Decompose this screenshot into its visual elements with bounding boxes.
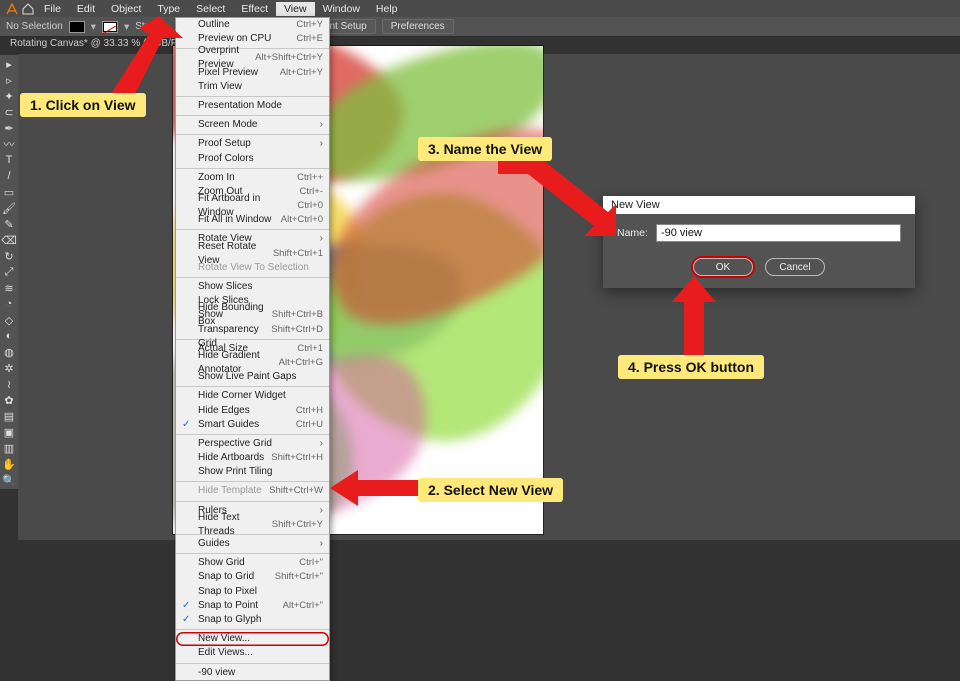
menu-item-reset-rotate-view[interactable]: Reset Rotate ViewShift+Ctrl+1: [176, 247, 329, 261]
menu-item-hide-artboards[interactable]: Hide ArtboardsShift+Ctrl+H: [176, 451, 329, 465]
tool-warp-icon[interactable]: ◔: [2, 297, 16, 311]
tool-pencil-icon[interactable]: ✎: [2, 217, 16, 231]
arrow-4-icon: [670, 276, 718, 358]
menu-item-pixel-preview[interactable]: Pixel PreviewAlt+Ctrl+Y: [176, 66, 329, 80]
tool-pen-icon[interactable]: ✒: [2, 121, 16, 135]
menu-item-hide-corner-widget[interactable]: Hide Corner Widget: [176, 389, 329, 403]
home-icon[interactable]: [20, 1, 36, 17]
menu-item-snap-to-grid[interactable]: Snap to GridShift+Ctrl+": [176, 570, 329, 584]
menu-item-hide-text-threads[interactable]: Hide Text ThreadsShift+Ctrl+Y: [176, 518, 329, 532]
arrow-2-icon: [330, 466, 420, 510]
tool-lasso-icon[interactable]: ⊂: [2, 105, 16, 119]
tool-gradient-icon[interactable]: ◐: [2, 329, 16, 343]
tool-width-icon[interactable]: ≋: [2, 281, 16, 295]
arrow-3-icon: [498, 156, 618, 236]
menu-effect[interactable]: Effect: [233, 2, 276, 16]
menu-item-hide-edges[interactable]: Hide EdgesCtrl+H: [176, 404, 329, 418]
tool-zoom-icon[interactable]: 🔍: [2, 473, 16, 487]
annotation-step-1: 1. Click on View: [20, 93, 146, 117]
menu-item-edit-views[interactable]: Edit Views...: [176, 646, 329, 660]
tool-curve-icon[interactable]: 〰: [2, 137, 16, 151]
app-logo-icon: [4, 1, 20, 17]
menu-item-rotate-view-to-selection: Rotate View To Selection: [176, 261, 329, 275]
tool-hand-icon[interactable]: ✋: [2, 457, 16, 471]
tool-scale-icon[interactable]: ⤢: [2, 265, 16, 279]
tool-slice-icon[interactable]: ▥: [2, 441, 16, 455]
fill-swatch[interactable]: [69, 21, 85, 33]
menu-item-snap-to-point[interactable]: Snap to PointAlt+Ctrl+": [176, 599, 329, 613]
menu-type[interactable]: Type: [149, 2, 188, 16]
tool-eraser-icon[interactable]: ⌫: [2, 233, 16, 247]
annotation-step-4: 4. Press OK button: [618, 355, 764, 379]
app-menubar: File Edit Object Type Select Effect View…: [0, 0, 960, 17]
menu-item-perspective-grid[interactable]: Perspective Grid: [176, 437, 329, 451]
menu-item-hide-gradient-annotator[interactable]: Hide Gradient AnnotatorAlt+Ctrl+G: [176, 356, 329, 370]
menu-help[interactable]: Help: [368, 2, 406, 16]
tool-select-icon[interactable]: ▸: [2, 57, 16, 71]
menu-item-proof-setup[interactable]: Proof Setup: [176, 137, 329, 151]
menu-item-trim-view[interactable]: Trim View: [176, 80, 329, 94]
menu-item-guides[interactable]: Guides: [176, 537, 329, 551]
menu-item-fit-artboard-in-window[interactable]: Fit Artboard in WindowCtrl+0: [176, 199, 329, 213]
menu-item-show-grid[interactable]: Show GridCtrl+": [176, 556, 329, 570]
menu-select[interactable]: Select: [188, 2, 233, 16]
arrow-1-icon: [105, 16, 185, 96]
annotation-step-2: 2. Select New View: [418, 478, 563, 502]
tool-type-icon[interactable]: T: [2, 153, 16, 167]
tool-brush-icon[interactable]: 🖌: [2, 201, 16, 215]
menu-object[interactable]: Object: [103, 2, 149, 16]
tool-rotate-icon[interactable]: ↻: [2, 249, 16, 263]
view-menu-dropdown: OutlineCtrl+YPreview on CPUCtrl+EOverpri…: [175, 17, 330, 681]
tool-mesh-icon[interactable]: ✲: [2, 361, 16, 375]
menu-item-smart-guides[interactable]: Smart GuidesCtrl+U: [176, 418, 329, 432]
tool-eyedropper-icon[interactable]: ◍: [2, 345, 16, 359]
prefs-button[interactable]: Preferences: [382, 19, 454, 34]
no-selection-label: No Selection: [6, 21, 63, 32]
new-view-dialog: New View Name: OK Cancel: [603, 196, 915, 288]
tool-strip: ▸ ▹ ✦ ⊂ ✒ 〰 T / ▭ 🖌 ✎ ⌫ ↻ ⤢ ≋ ◔ ◇ ◐ ◍ ✲ ≀ ✿ ▤ ▣ ▥ ✋ 🔍: [0, 55, 18, 489]
dialog-title: New View: [603, 196, 915, 214]
annotation-step-3: 3. Name the View: [418, 137, 552, 161]
menu-item-hide-template: Hide TemplateShift+Ctrl+W: [176, 484, 329, 498]
cancel-button[interactable]: Cancel: [765, 258, 825, 276]
menu-item-zoom-in[interactable]: Zoom InCtrl++: [176, 171, 329, 185]
menu-item-snap-to-glyph[interactable]: Snap to Glyph: [176, 613, 329, 627]
menu-item-proof-colors[interactable]: Proof Colors: [176, 152, 329, 166]
menu-item-new-view[interactable]: New View...: [176, 632, 329, 646]
menu-item-snap-to-pixel[interactable]: Snap to Pixel: [176, 585, 329, 599]
tool-blend-icon[interactable]: ≀: [2, 377, 16, 391]
dialog-name-label: Name:: [617, 227, 648, 239]
tool-rect-icon[interactable]: ▭: [2, 185, 16, 199]
menu-item-presentation-mode[interactable]: Presentation Mode: [176, 99, 329, 113]
tool-artboard-icon[interactable]: ▣: [2, 425, 16, 439]
canvas-stage: [18, 54, 960, 540]
tool-shaper-icon[interactable]: ◇: [2, 313, 16, 327]
menu-item-screen-mode[interactable]: Screen Mode: [176, 118, 329, 132]
menu-item-show-print-tiling[interactable]: Show Print Tiling: [176, 465, 329, 479]
menu-item-show-slices[interactable]: Show Slices: [176, 280, 329, 294]
tool-symbol-icon[interactable]: ✿: [2, 393, 16, 407]
menu-item-overprint-preview[interactable]: Overprint PreviewAlt+Shift+Ctrl+Y: [176, 51, 329, 65]
menu-item-90-view[interactable]: -90 view: [176, 666, 329, 680]
view-name-input[interactable]: [656, 224, 901, 242]
menu-file[interactable]: File: [36, 2, 69, 16]
menu-item-outline[interactable]: OutlineCtrl+Y: [176, 18, 329, 32]
menu-window[interactable]: Window: [315, 2, 368, 16]
menu-view[interactable]: View: [276, 2, 315, 16]
menu-edit[interactable]: Edit: [69, 2, 103, 16]
tool-magic-icon[interactable]: ✦: [2, 89, 16, 103]
tool-direct-icon[interactable]: ▹: [2, 73, 16, 87]
tool-graph-icon[interactable]: ▤: [2, 409, 16, 423]
menu-item-show-live-paint-gaps[interactable]: Show Live Paint Gaps: [176, 370, 329, 384]
menu-item-fit-all-in-window[interactable]: Fit All in WindowAlt+Ctrl+0: [176, 213, 329, 227]
menu-item-show-transparency-grid[interactable]: Show Transparency GridShift+Ctrl+D: [176, 323, 329, 337]
tool-line-icon[interactable]: /: [2, 169, 16, 183]
ok-button[interactable]: OK: [693, 258, 753, 276]
